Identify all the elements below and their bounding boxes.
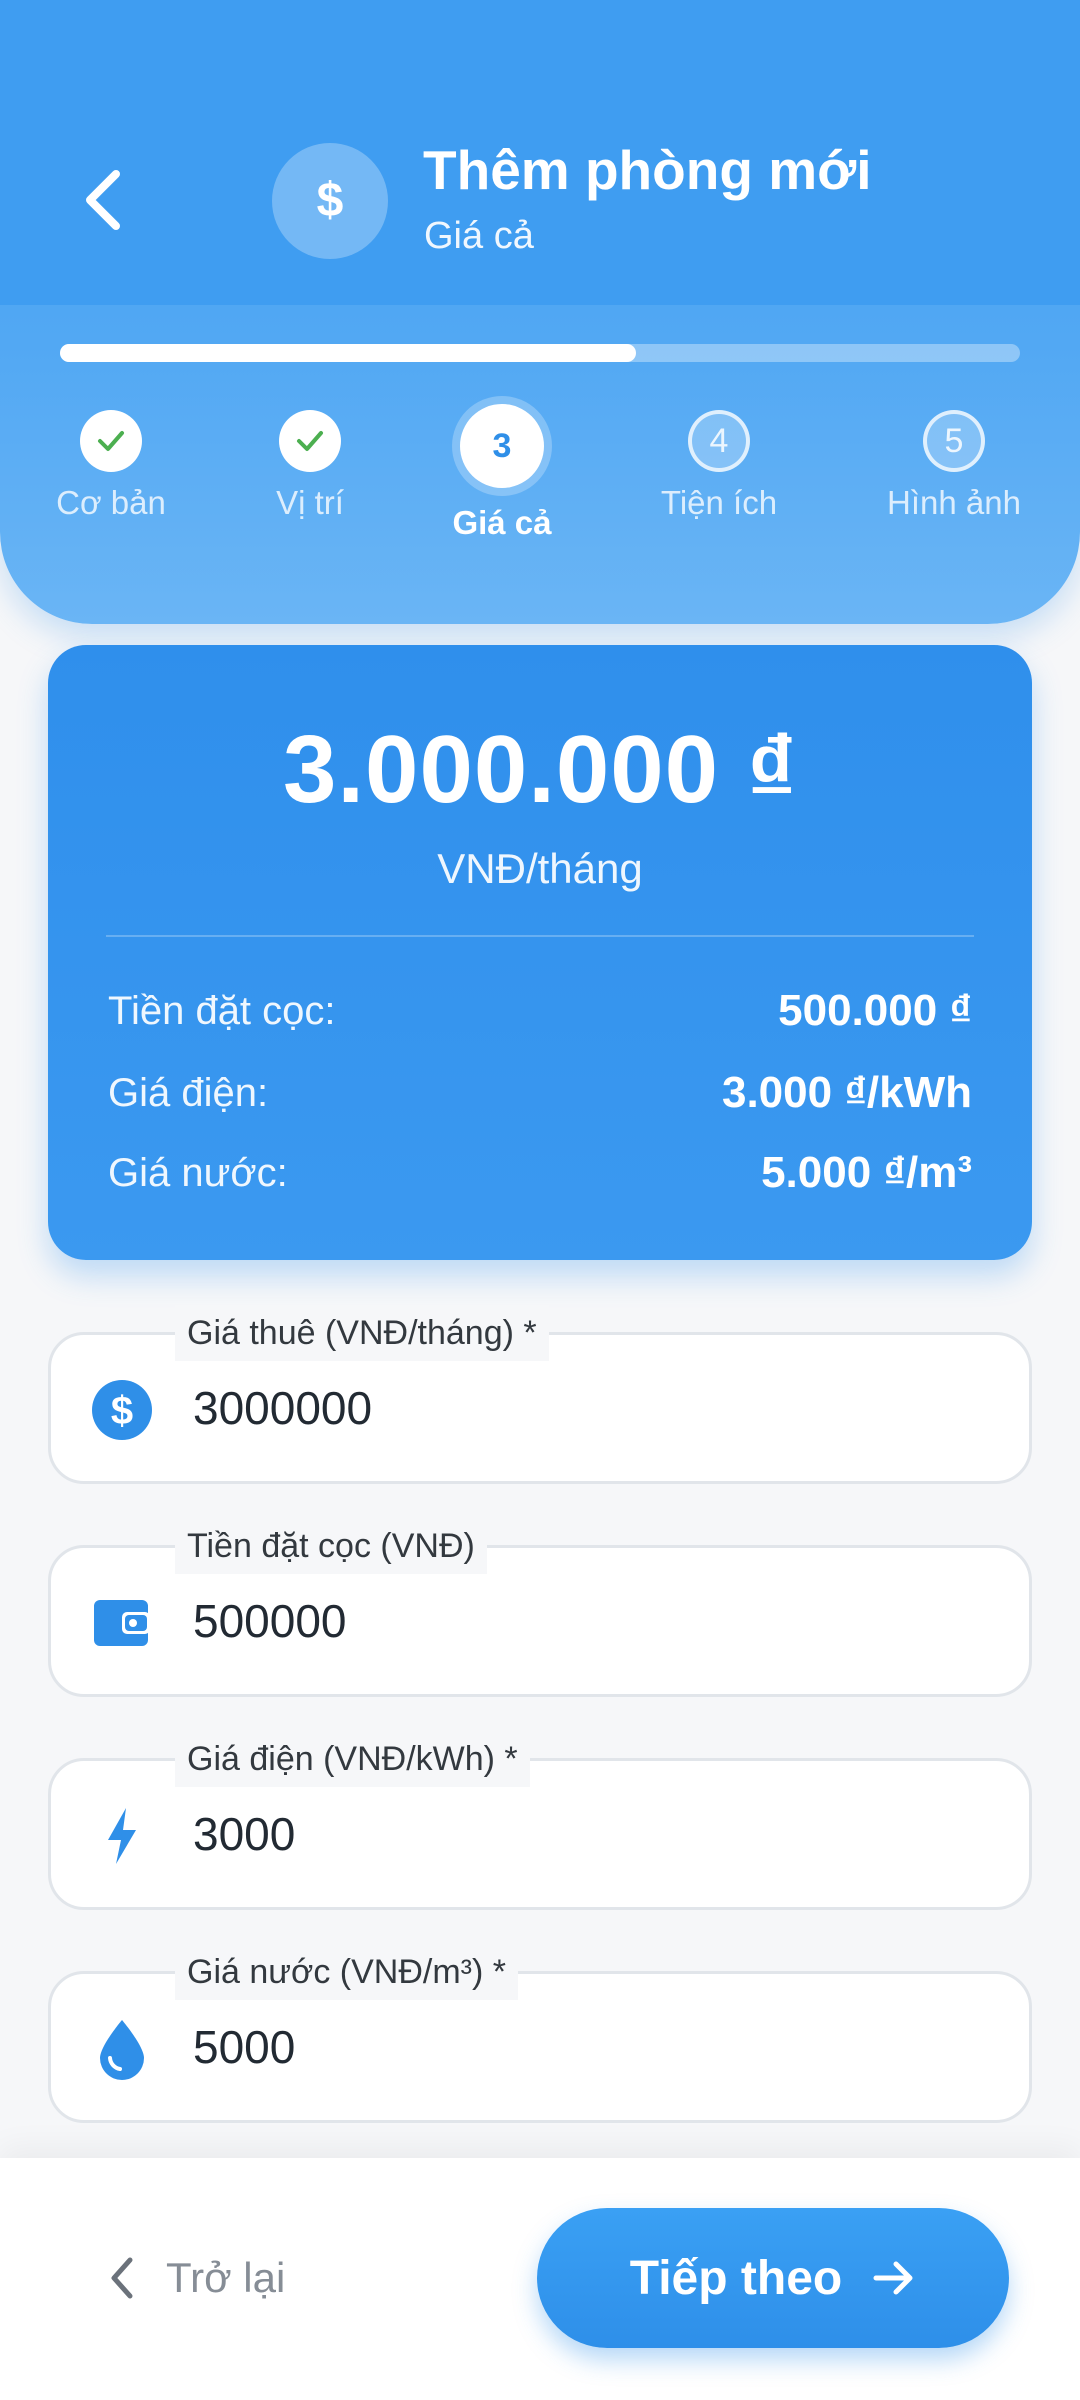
step-label: Vị trí [276,484,344,521]
deposit-field[interactable]: Tiền đặt cọc (VNĐ) [48,1518,1032,1697]
page-title: Thêm phòng mới [423,139,872,201]
check-icon [80,410,142,472]
summary-price: 3.000.000 ₫ [282,716,797,823]
electricity-price-input[interactable] [193,1761,993,1907]
bottom-action-bar: Trở lại Tiếp theo [0,2158,1080,2400]
step-label: Hình ảnh [887,484,1021,521]
svg-text:$: $ [317,174,344,227]
summary-row-water: Giá nước: 5.000 ₫/m³ [108,1143,972,1203]
step-label: Giá cả [452,504,552,541]
arrow-right-icon [873,2261,913,2295]
summary-row-value: 3.000 ₫/kWh [721,1068,972,1117]
next-button-label: Tiếp theo [629,2251,843,2305]
dollar-circle-icon: $ [89,1377,155,1443]
summary-row-value: 500.000 ₫ [778,986,972,1035]
water-price-input[interactable] [193,1974,993,2120]
rent-price-field[interactable]: Giá thuê (VNĐ/tháng) * $ [48,1305,1032,1484]
electricity-price-field[interactable]: Giá điện (VNĐ/kWh) * [48,1731,1032,1910]
step-gia-ca[interactable]: 3 Giá cả [402,404,602,542]
rent-price-input[interactable] [193,1335,993,1481]
summary-row-value: 5.000 ₫/m³ [761,1148,972,1197]
wallet-icon [89,1590,155,1656]
back-button[interactable]: Trở lại [108,2218,285,2338]
step-number: 3 [460,404,544,488]
svg-text:$: $ [111,1389,133,1433]
summary-row-label: Tiền đặt cọc: [108,988,336,1033]
deposit-input[interactable] [193,1548,993,1694]
back-button-label: Trở lại [166,2254,286,2301]
next-button[interactable]: Tiếp theo [537,2208,1009,2348]
divider [106,935,974,937]
progress-fill [60,344,636,362]
summary-row-label: Giá nước: [108,1150,288,1195]
chevron-left-icon [86,170,120,230]
water-price-field[interactable]: Giá nước (VNĐ/m³) * [48,1944,1032,2123]
progress-bar [60,344,1020,362]
chevron-left-icon [111,2257,133,2299]
dollar-icon: $ [272,143,388,259]
page-subtitle: Giá cả [424,215,534,257]
step-label: Tiện ích [660,484,778,521]
step-vi-tri[interactable]: Vị trí [210,410,410,522]
price-summary-card: 3.000.000 ₫ VNĐ/tháng Tiền đặt cọc: 500.… [48,645,1032,1260]
summary-row-label: Giá điện: [108,1070,269,1115]
water-drop-icon [89,2016,155,2082]
summary-row-deposit: Tiền đặt cọc: 500.000 ₫ [108,981,972,1041]
back-arrow-button[interactable] [62,150,142,250]
header: $ Thêm phòng mới Giá cả Cơ bản Vị trí 3 … [0,0,1080,624]
summary-row-electricity: Giá điện: 3.000 ₫/kWh [108,1063,972,1123]
step-label: Cơ bản [56,484,166,521]
lightning-icon [89,1803,155,1869]
step-number: 5 [923,410,985,472]
check-icon [279,410,341,472]
step-number: 4 [688,410,750,472]
step-hinh-anh[interactable]: 5 Hình ảnh [854,410,1054,522]
summary-unit: VNĐ/tháng [437,845,643,892]
step-co-ban[interactable]: Cơ bản [11,410,211,522]
step-tien-ich[interactable]: 4 Tiện ích [619,410,819,522]
